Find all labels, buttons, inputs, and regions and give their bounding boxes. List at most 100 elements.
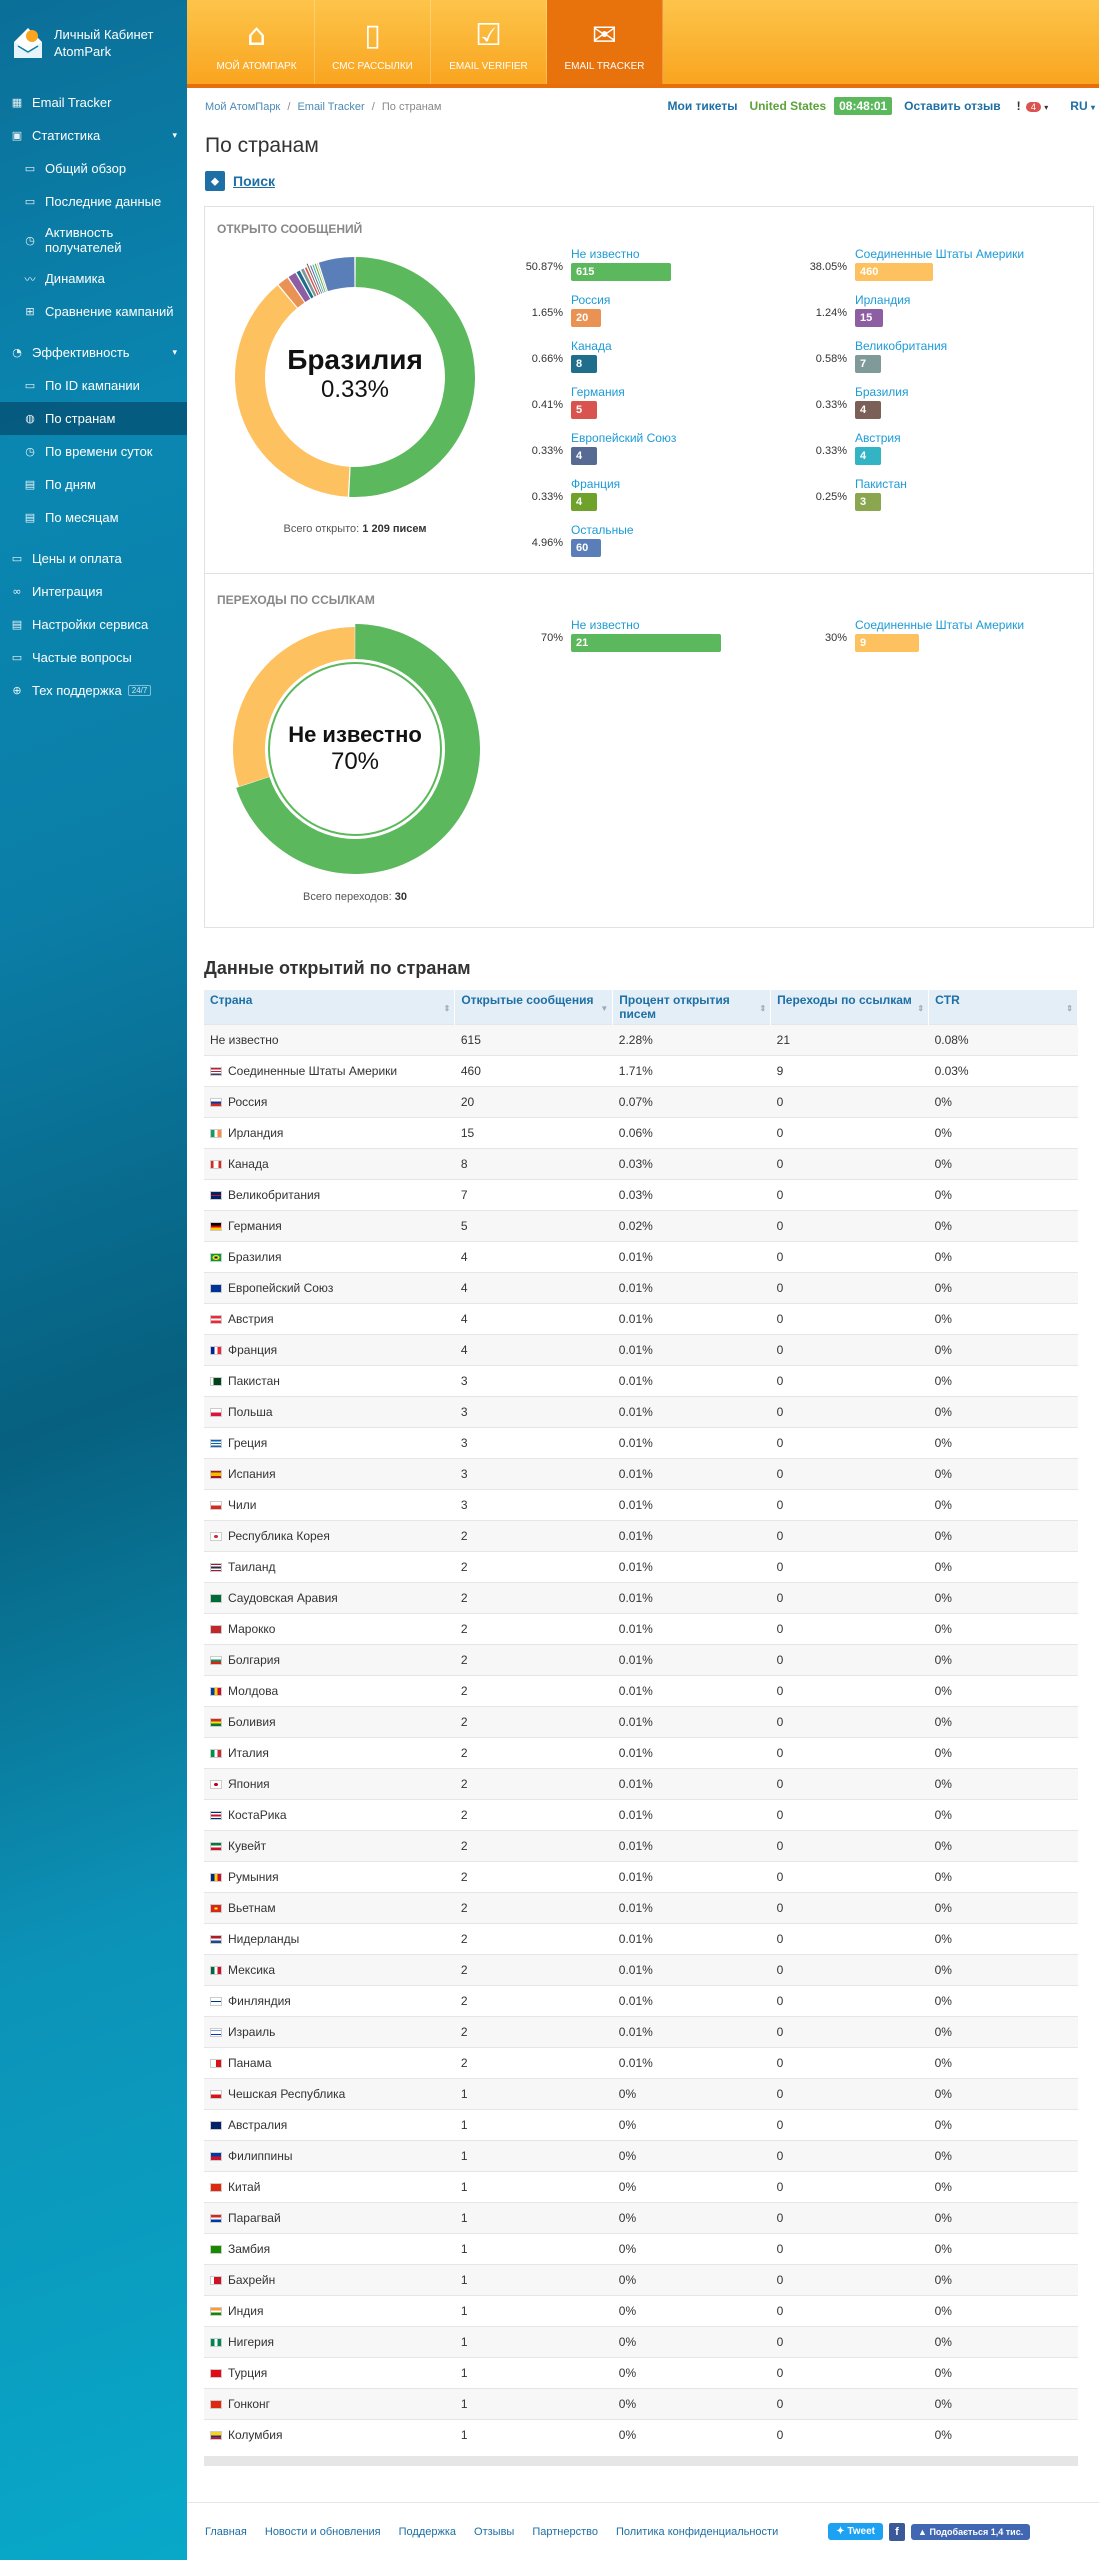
table-row: Австралия 1 0% 0 0% bbox=[204, 2109, 1078, 2141]
column-header[interactable]: Страна ⇕ bbox=[204, 990, 456, 1025]
country-flag-icon bbox=[210, 1966, 222, 1975]
ctr-cell: 0% bbox=[928, 1830, 1078, 1862]
facebook-icon[interactable]: f bbox=[889, 2522, 906, 2541]
sidebar-item[interactable]: ◷ Активность получателей bbox=[0, 218, 187, 262]
country-cell: Румыния bbox=[204, 1861, 455, 1893]
legend-value-bar: 4 bbox=[855, 401, 881, 419]
country-flag-icon bbox=[210, 2152, 222, 2161]
sidebar-item[interactable]: ▭ Последние данные bbox=[0, 185, 187, 218]
sidebar-item[interactable]: ▭ Частые вопросы bbox=[0, 641, 187, 674]
opens-cell: 3 bbox=[454, 1396, 613, 1428]
column-header[interactable]: Открытые сообщения ▼ bbox=[454, 990, 614, 1025]
sidebar-item[interactable]: ▭ По ID кампании bbox=[0, 369, 187, 402]
country-cell: Финляндия bbox=[204, 1985, 455, 2017]
sidebar-item[interactable]: ◔ Эффективность ▾ bbox=[0, 336, 187, 369]
doc-icon: ▭ bbox=[24, 379, 36, 392]
table-row: Великобритания 7 0.03% 0 0% bbox=[204, 1179, 1078, 1211]
sidebar-item[interactable]: ⊕ Тех поддержка 24/7 bbox=[0, 674, 187, 707]
app-logo[interactable]: Личный Кабинет AtomPark bbox=[0, 0, 187, 86]
legend-item[interactable]: 4.96% Остальные 60 bbox=[532, 523, 771, 557]
legend-item[interactable]: 38.05% Соединенные Штаты Америки 460 bbox=[810, 247, 1055, 281]
top-tab[interactable]: ⌂ МОЙ АТОМПАРК bbox=[199, 0, 315, 84]
sidebar-item[interactable]: ▤ По дням bbox=[0, 468, 187, 501]
sidebar-item-label: Тех поддержка bbox=[32, 683, 122, 698]
clicks-cell: 0 bbox=[770, 1551, 929, 1583]
legend-item[interactable]: 0.33% Бразилия 4 bbox=[816, 385, 1055, 419]
clock-icon: ◷ bbox=[25, 445, 35, 458]
legend-item[interactable]: 0.25% Пакистан 3 bbox=[816, 477, 1055, 511]
ctr-cell: 0% bbox=[928, 1086, 1078, 1118]
top-tab-label: СМС РАССЫЛКИ bbox=[332, 61, 413, 72]
legend-item[interactable]: 0.33% Франция 4 bbox=[532, 477, 771, 511]
clicks-cell: 0 bbox=[770, 1303, 929, 1335]
legend-item[interactable]: 0.41% Германия 5 bbox=[532, 385, 771, 419]
footer-link[interactable]: Политика конфиденциальности bbox=[616, 2526, 778, 2538]
legend-item[interactable]: 0.66% Канада 8 bbox=[532, 339, 771, 373]
top-tab[interactable]: ▯ СМС РАССЫЛКИ bbox=[315, 0, 431, 84]
ctr-cell: 0% bbox=[928, 1675, 1078, 1707]
my-tickets-link[interactable]: Мои тикеты bbox=[668, 99, 738, 113]
column-header[interactable]: Переходы по ссылкам ⇕ bbox=[770, 990, 930, 1025]
sidebar-item[interactable]: ▭ Цены и оплата bbox=[0, 542, 187, 575]
column-header[interactable]: Процент открытия писем ⇕ bbox=[612, 990, 772, 1025]
opens-cell: 8 bbox=[454, 1148, 613, 1180]
footer-link[interactable]: Отзывы bbox=[474, 2526, 514, 2538]
breadcrumb-email-tracker[interactable]: Email Tracker bbox=[297, 101, 364, 113]
sidebar-item[interactable]: ▤ По месяцам bbox=[0, 501, 187, 534]
pct-cell: 0.01% bbox=[612, 1427, 771, 1459]
sidebar-item[interactable]: ∞ Интеграция bbox=[0, 575, 187, 608]
sidebar-item[interactable]: ▤ Настройки сервиса bbox=[0, 608, 187, 641]
legend-item[interactable]: 0.33% Европейский Союз 4 bbox=[532, 431, 771, 465]
top-tab[interactable]: ✉ EMAIL TRACKER bbox=[547, 0, 663, 84]
country-name: Италия bbox=[228, 1746, 269, 1760]
legend-item[interactable]: 50.87% Не известно 615 bbox=[526, 247, 771, 281]
facebook-like-button[interactable]: ▲ Подобається 1,4 тис. bbox=[911, 2523, 1031, 2540]
country-name: Филиппины bbox=[228, 2149, 293, 2163]
phone-icon: ▯ bbox=[364, 18, 381, 53]
opens-slice[interactable] bbox=[318, 257, 355, 292]
sidebar-item[interactable]: ◍ По странам bbox=[0, 402, 187, 435]
sidebar-item[interactable]: ▭ Общий обзор bbox=[0, 152, 187, 185]
footer-link[interactable]: Поддержка bbox=[399, 2526, 456, 2538]
tweet-button[interactable]: ✦ Tweet bbox=[828, 2523, 884, 2540]
country-cell: Израиль bbox=[204, 2016, 455, 2048]
country-cell: Китай bbox=[204, 2171, 455, 2203]
legend-item[interactable]: 30% Соединенные Штаты Америки 9 bbox=[825, 618, 1055, 652]
sidebar-item[interactable]: ▦ Email Tracker bbox=[0, 86, 187, 119]
opens-cell: 4 bbox=[454, 1303, 613, 1335]
language-selector[interactable]: RU ▾ bbox=[1070, 99, 1095, 113]
country-name: Бразилия bbox=[228, 1250, 282, 1264]
country-name: Ирландия bbox=[228, 1126, 284, 1140]
leave-feedback-link[interactable]: Оставить отзыв bbox=[904, 99, 1000, 113]
footer-link[interactable]: Главная bbox=[205, 2526, 247, 2538]
breadcrumb-home[interactable]: Мой АтомПарк bbox=[205, 101, 280, 113]
table-row: Замбия 1 0% 0 0% bbox=[204, 2233, 1078, 2265]
top-tab[interactable]: ☑ EMAIL VERIFIER bbox=[431, 0, 547, 84]
sidebar-item[interactable]: ⊞ Сравнение кампаний bbox=[0, 295, 187, 328]
atompark-logo-icon bbox=[10, 24, 46, 62]
search-toggle[interactable]: Поиск bbox=[233, 173, 275, 189]
legend-item[interactable]: 70% Не известно 21 bbox=[541, 618, 771, 652]
country-flag-icon bbox=[210, 1160, 222, 1169]
column-header[interactable]: CTR ⇕ bbox=[928, 990, 1078, 1025]
opens-cell: 2 bbox=[454, 1892, 613, 1924]
sidebar-item[interactable]: ▣ Статистика ▾ bbox=[0, 119, 187, 152]
legend-percent: 0.33% bbox=[815, 445, 847, 457]
country-flag-icon bbox=[210, 2369, 222, 2378]
legend-item[interactable]: 1.65% Россия 20 bbox=[532, 293, 771, 327]
country-cell: Панама bbox=[204, 2047, 455, 2079]
legend-item[interactable]: 1.24% Ирландия 15 bbox=[816, 293, 1055, 327]
table-scrollbar[interactable] bbox=[204, 2456, 1078, 2466]
footer-link[interactable]: Партнерство bbox=[532, 2526, 598, 2538]
opens-cell: 1 bbox=[454, 2357, 613, 2389]
clicks-cell: 0 bbox=[770, 2016, 929, 2048]
country-cell: Парагвай bbox=[204, 2202, 455, 2234]
legend-item[interactable]: 0.33% Австрия 4 bbox=[816, 431, 1055, 465]
country-cell: Великобритания bbox=[204, 1179, 455, 1211]
sidebar-item[interactable]: ◷ По времени суток bbox=[0, 435, 187, 468]
sidebar-item[interactable]: 〰 Динамика bbox=[0, 262, 187, 295]
table-row: Мексика 2 0.01% 0 0% bbox=[204, 1954, 1078, 1986]
legend-item[interactable]: 0.58% Великобритания 7 bbox=[816, 339, 1055, 373]
footer-link[interactable]: Новости и обновления bbox=[265, 2526, 381, 2538]
notifications-button[interactable]: ! 4 ▾ bbox=[1017, 99, 1049, 113]
